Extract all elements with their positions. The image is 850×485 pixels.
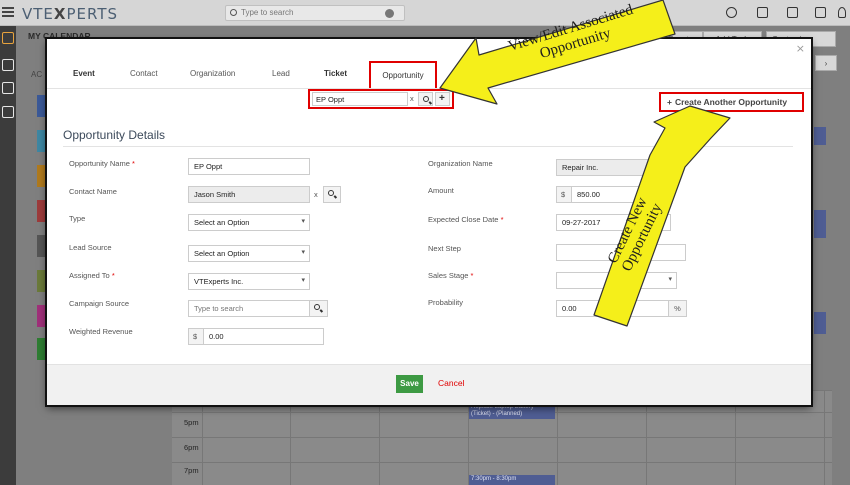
create-new-callout-arrow [593, 105, 731, 327]
annotation-arrows [439, 0, 731, 327]
